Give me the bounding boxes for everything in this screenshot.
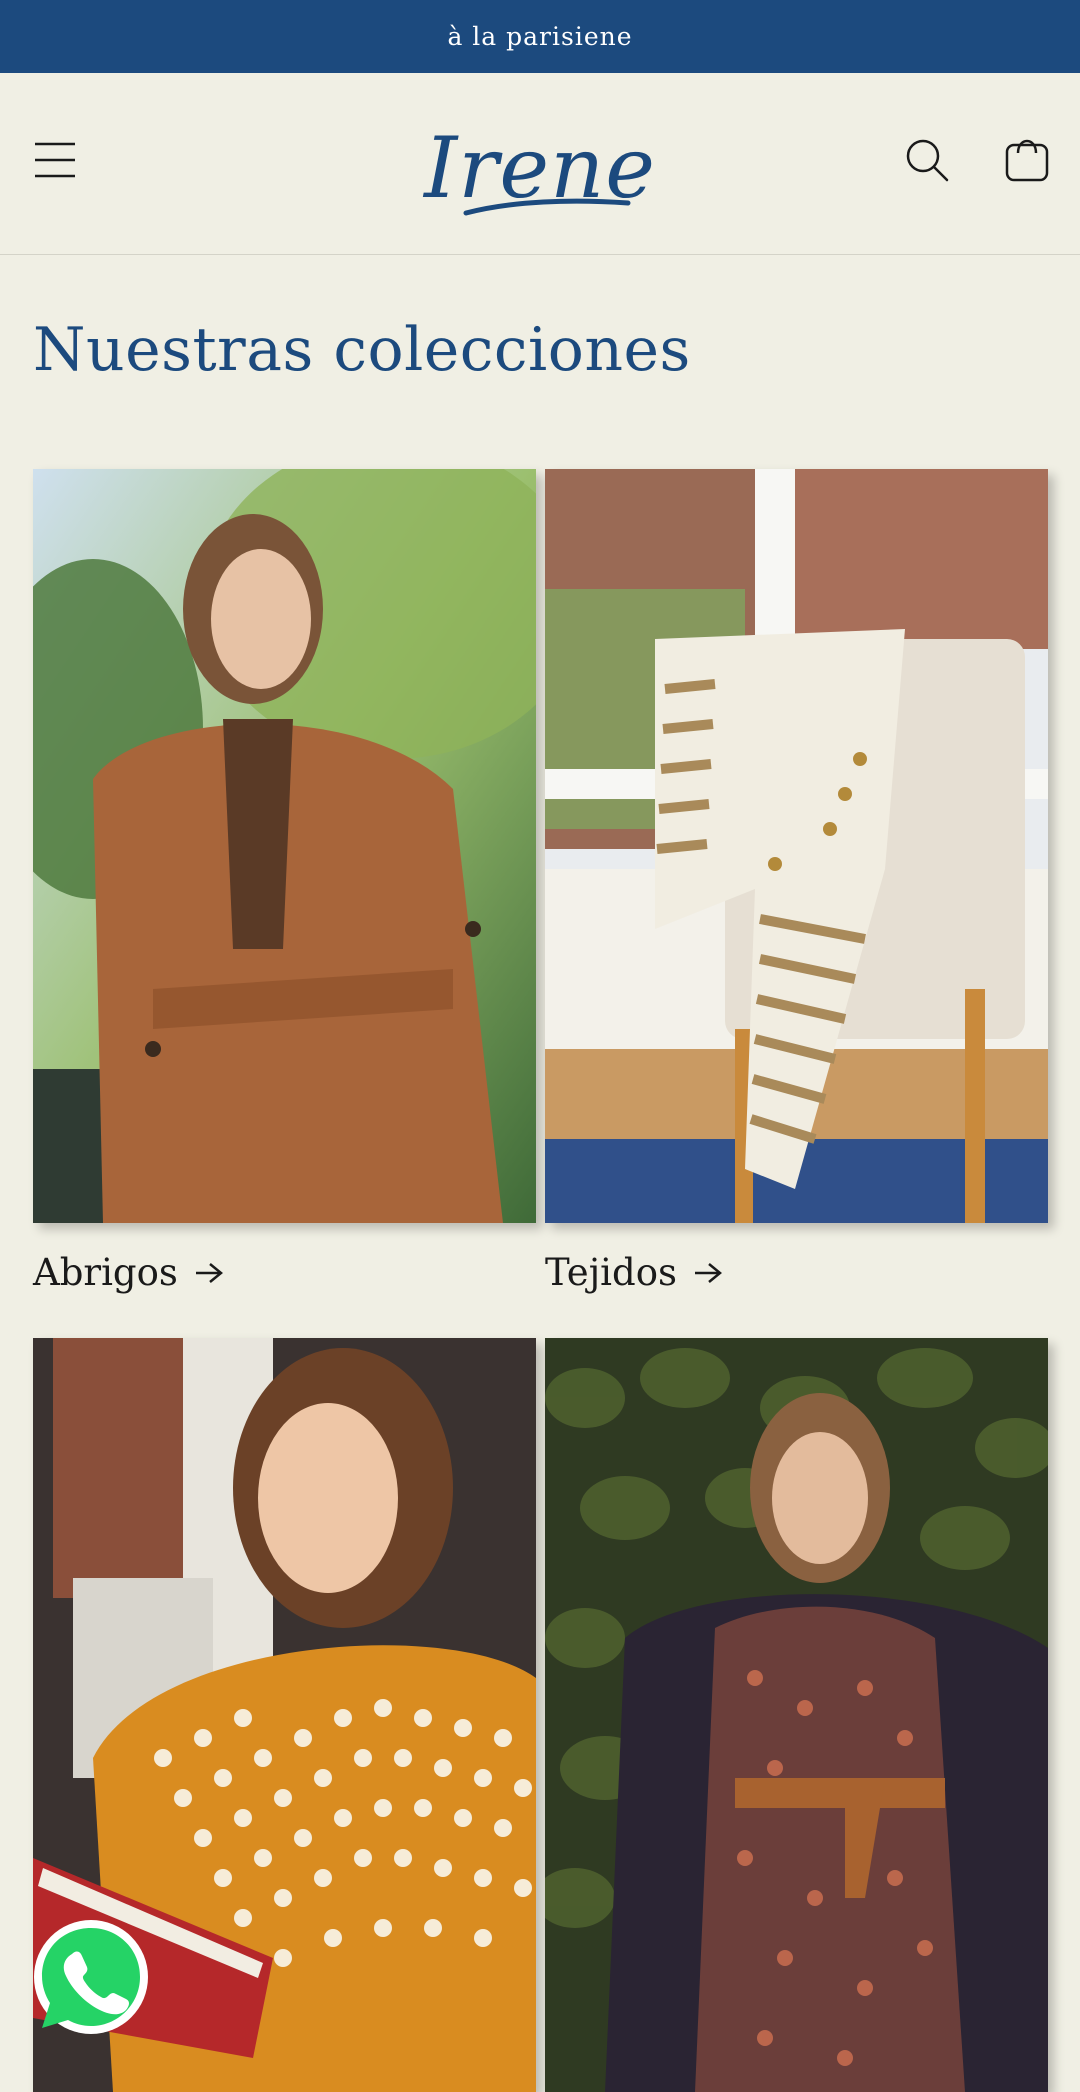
collection-label: Tejidos (545, 1251, 677, 1294)
collection-label: Abrigos (33, 1251, 178, 1294)
collection-link-abrigos[interactable]: Abrigos (33, 1251, 536, 1294)
logo[interactable]: Irene (424, 103, 655, 233)
collection-card-vestidos[interactable] (545, 1338, 1048, 2092)
collection-image-tejidos[interactable] (545, 469, 1048, 1223)
site-header: Irene (0, 73, 1080, 255)
whatsapp-button[interactable] (32, 1918, 150, 2036)
search-icon (906, 139, 949, 182)
collection-link-tejidos[interactable]: Tejidos (545, 1251, 1048, 1294)
announcement-bar: à la parisiene (0, 0, 1080, 73)
collection-image-vestidos[interactable] (545, 1338, 1048, 2092)
collection-image-abrigos[interactable] (33, 469, 536, 1223)
hamburger-menu-icon (35, 142, 75, 178)
arrow-right-icon (195, 1262, 223, 1283)
cart-button[interactable] (996, 125, 1058, 191)
logo-swash (463, 198, 631, 216)
menu-button[interactable] (24, 129, 86, 191)
collection-card-tejidos[interactable]: Tejidos (545, 469, 1048, 1294)
announcement-text: à la parisiene (447, 22, 633, 51)
shopping-bag-icon (1005, 139, 1049, 182)
search-button[interactable] (896, 129, 958, 191)
whatsapp-icon (34, 1920, 148, 2034)
collections-title: Nuestras colecciones (33, 315, 691, 385)
collection-card-abrigos[interactable]: Abrigos (33, 469, 536, 1294)
arrow-right-icon (694, 1262, 722, 1283)
